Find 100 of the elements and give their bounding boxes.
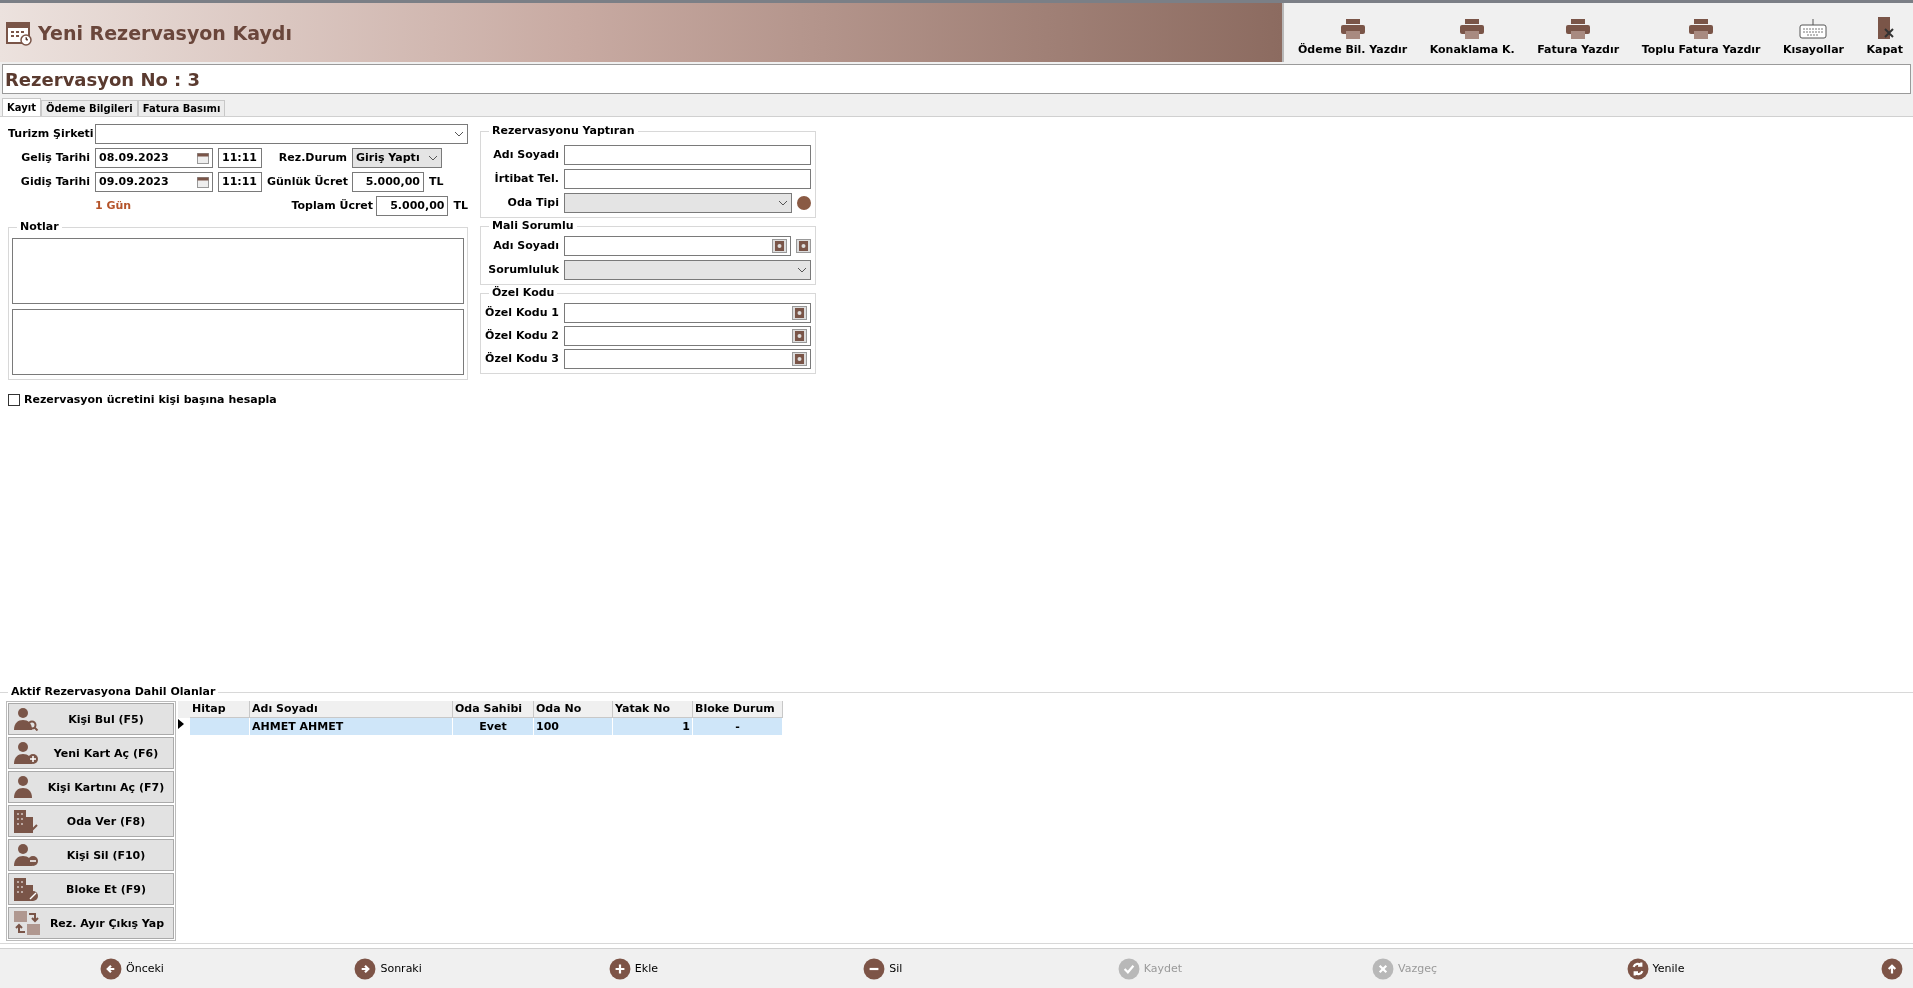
chevron-down-icon <box>778 199 788 206</box>
printer-icon <box>1688 19 1715 39</box>
field-label: Gidiş Tarihi <box>19 175 90 188</box>
printer-icon <box>1565 19 1592 39</box>
toolbar-button[interactable]: Ödeme Bil. Yazdır <box>1292 3 1414 62</box>
minus-icon <box>863 957 886 980</box>
arrow-up-icon <box>1880 957 1903 980</box>
toolbar-button[interactable]: Kapat <box>1860 3 1909 62</box>
group-title: Rezervasyonu Yaptıran <box>489 124 638 137</box>
code-field[interactable] <box>564 302 811 323</box>
responsibility-dropdown[interactable] <box>564 259 811 280</box>
window-title: Yeni Rezervasyon Kaydı <box>38 21 292 44</box>
field-label: Adı Soyadı <box>492 239 559 252</box>
field-label: Oda Tipi <box>506 196 559 209</box>
nav-button[interactable]: Ekle <box>608 957 864 980</box>
calendar-icon <box>6 19 32 46</box>
code-field[interactable] <box>564 348 811 369</box>
chevron-down-icon <box>428 154 438 161</box>
row-pointer-icon <box>178 719 184 729</box>
action-button[interactable]: Kişi Kartını Aç (F7) <box>8 771 174 803</box>
action-button[interactable]: Oda Ver (F8) <box>8 805 174 837</box>
toolbar-button[interactable]: Konaklama K. <box>1423 3 1521 62</box>
tab[interactable]: Ödeme Bilgileri <box>40 100 138 116</box>
code-field[interactable] <box>564 325 811 346</box>
field-label: Toplam Ücret <box>291 199 372 212</box>
nav-button[interactable]: Yenile <box>1626 957 1881 980</box>
checkbox-label: Rezervasyon ücretini kişi başına hesapla <box>24 393 277 406</box>
notes-field[interactable] <box>12 309 464 375</box>
field-label: Adı Soyadı <box>492 148 559 161</box>
swap-icon <box>13 910 41 936</box>
time-field[interactable]: 11:11 <box>218 171 262 192</box>
room-type-dropdown[interactable] <box>564 192 792 213</box>
status-dropdown[interactable]: Giriş Yaptı <box>352 147 442 168</box>
column-header[interactable]: Oda No <box>534 701 613 718</box>
tab[interactable]: Kayıt <box>2 98 41 116</box>
chevron-down-icon <box>454 130 464 137</box>
lookup-icon[interactable] <box>792 351 807 366</box>
lookup-icon[interactable] <box>796 238 811 253</box>
field-label: İrtibat Tel. <box>493 172 559 185</box>
field-label: Sorumluluk <box>487 263 559 276</box>
grid-corner <box>178 701 190 718</box>
name-field[interactable] <box>564 235 791 256</box>
check-icon <box>1117 957 1140 980</box>
reservation-number: Rezervasyon No : 3 <box>5 68 201 90</box>
currency-label: TL <box>453 199 468 212</box>
person-search-icon <box>13 707 39 731</box>
date-field[interactable]: 08.09.2023 <box>95 147 213 168</box>
lookup-icon[interactable] <box>792 305 807 320</box>
checkbox[interactable] <box>8 393 20 406</box>
column-header[interactable]: Oda Sahibi <box>453 701 534 718</box>
column-header[interactable]: Adı Soyadı <box>250 701 453 718</box>
amount-field[interactable]: 5.000,00 <box>376 195 449 216</box>
duration-text: 1 Gün <box>95 199 133 212</box>
toolbar-button[interactable]: Kısayollar <box>1776 3 1850 62</box>
building-check-icon <box>13 808 39 834</box>
person-add-icon <box>13 741 39 765</box>
column-header[interactable]: Yatak No <box>613 701 693 718</box>
tab[interactable]: Fatura Basımı <box>137 100 226 116</box>
toolbar-button[interactable]: Fatura Yazdır <box>1531 3 1626 62</box>
table-row[interactable]: AHMET AHMET Evet 100 1 - <box>178 718 783 735</box>
amount-field[interactable]: 5.000,00 <box>352 171 424 192</box>
printer-icon <box>1339 19 1366 39</box>
nav-button[interactable]: Önceki <box>100 957 355 980</box>
calendar-icon <box>197 175 209 188</box>
table-cell: 100 <box>534 718 613 735</box>
group-title: Mali Sorumlu <box>489 219 577 232</box>
group-title: Notlar <box>17 220 62 233</box>
action-button[interactable]: Bloke Et (F9) <box>8 873 174 905</box>
plus-icon <box>608 957 631 980</box>
action-button[interactable]: Kişi Bul (F5) <box>8 703 174 735</box>
time-field[interactable]: 11:11 <box>218 147 262 168</box>
chevron-down-icon <box>797 266 807 273</box>
lookup-icon[interactable] <box>772 238 787 253</box>
notes-field[interactable] <box>12 238 464 304</box>
nav-button[interactable]: Sil <box>863 957 1118 980</box>
scroll-top-button[interactable] <box>1880 957 1903 980</box>
arrow-right-icon <box>354 957 377 980</box>
printer-icon <box>1459 19 1486 39</box>
field-label: Rez.Durum <box>277 151 347 164</box>
column-header[interactable]: Bloke Durum <box>693 701 783 718</box>
table-cell: AHMET AHMET <box>250 718 453 735</box>
field-label: Özel Kodu 2 <box>485 329 559 342</box>
keyboard-icon <box>1799 19 1828 39</box>
currency-label: TL <box>429 175 444 188</box>
action-button[interactable]: Kişi Sil (F10) <box>8 839 174 871</box>
group-title: Aktif Rezervasyona Dahil Olanlar <box>8 685 219 698</box>
phone-field[interactable] <box>564 168 811 189</box>
building-block-icon <box>13 876 39 902</box>
close-icon <box>1372 957 1395 980</box>
column-header[interactable]: Hitap <box>190 701 250 718</box>
tourism-company-dropdown[interactable] <box>95 123 468 144</box>
lookup-icon[interactable] <box>792 328 807 343</box>
action-button[interactable]: Rez. Ayır Çıkış Yap <box>8 907 174 939</box>
name-field[interactable] <box>564 144 811 165</box>
date-field[interactable]: 09.09.2023 <box>95 171 213 192</box>
nav-button[interactable]: Sonraki <box>354 957 609 980</box>
exit-icon <box>1875 17 1894 39</box>
person-remove-icon <box>13 843 39 867</box>
action-button[interactable]: Yeni Kart Aç (F6) <box>8 737 174 769</box>
toolbar-button[interactable]: Toplu Fatura Yazdır <box>1635 3 1767 62</box>
